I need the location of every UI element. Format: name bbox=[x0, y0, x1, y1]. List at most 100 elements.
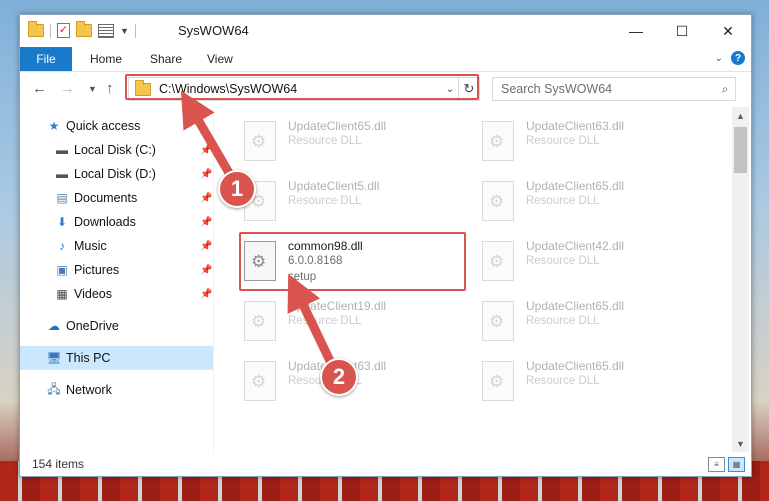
dll-file-icon bbox=[482, 361, 514, 401]
file-tile[interactable]: UpdateClient65.dll Resource DLL bbox=[242, 115, 462, 171]
file-name: UpdateClient65.dll bbox=[288, 119, 387, 133]
cloud-icon: ☁ bbox=[48, 319, 60, 333]
sidebar-item-label: OneDrive bbox=[66, 319, 119, 333]
pane-divider[interactable] bbox=[213, 112, 214, 452]
tab-home[interactable]: Home bbox=[90, 47, 122, 71]
status-bar: 154 items ≡ ▦ bbox=[20, 452, 751, 476]
pin-icon[interactable]: 📌 bbox=[200, 289, 212, 300]
drive-icon: ▬ bbox=[56, 167, 68, 181]
navigation-bar: ← → ▼ ↑ C:\Windows\SysWOW64 ⌄ ↻ Search S… bbox=[20, 72, 751, 106]
pin-icon[interactable]: 📌 bbox=[200, 169, 212, 180]
pin-icon[interactable]: 📌 bbox=[200, 193, 212, 204]
title-bar: ✓ ▼ SysWOW64 — ☐ ✕ bbox=[20, 15, 751, 47]
sidebar-item-label: This PC bbox=[66, 351, 111, 365]
toolbar-separator bbox=[50, 23, 51, 38]
search-input[interactable]: Search SysWOW64 bbox=[501, 82, 715, 96]
file-tile[interactable]: UpdateClient19.dll Resource DLL bbox=[242, 295, 462, 351]
scroll-down-icon[interactable]: ▼ bbox=[732, 435, 749, 452]
scroll-thumb[interactable] bbox=[734, 127, 747, 173]
step-marker-1: 1 bbox=[218, 170, 256, 208]
address-bar-highlight bbox=[125, 74, 479, 100]
file-description: Resource DLL bbox=[526, 315, 600, 327]
download-icon: ⬇ bbox=[56, 215, 68, 229]
sidebar-item-videos[interactable]: ▦ Videos 📌 bbox=[20, 282, 213, 306]
recent-locations-chevron-icon[interactable]: ▼ bbox=[88, 84, 97, 94]
dll-file-icon bbox=[482, 301, 514, 341]
file-tile[interactable]: UpdateClient65.dll Resource DLL bbox=[480, 355, 700, 411]
videos-icon: ▦ bbox=[56, 287, 68, 301]
file-name: UpdateClient19.dll bbox=[288, 299, 387, 313]
file-tile[interactable]: UpdateClient63.dll Resource DLL bbox=[480, 115, 700, 171]
sidebar-item-quick-access[interactable]: ★ Quick access bbox=[20, 114, 213, 138]
chevron-down-icon[interactable]: ▼ bbox=[120, 26, 129, 36]
sidebar-item-label: Music bbox=[74, 239, 107, 253]
documents-icon: ▤ bbox=[56, 191, 68, 205]
computer-icon: 🖥 bbox=[46, 351, 62, 365]
sidebar-item-local-disk-c[interactable]: ▬ Local Disk (C:) 📌 bbox=[20, 138, 213, 162]
pin-icon[interactable]: 📌 bbox=[200, 265, 212, 276]
sidebar-item-onedrive[interactable]: ☁ OneDrive bbox=[20, 314, 213, 338]
pin-icon[interactable]: 📌 bbox=[200, 241, 212, 252]
sidebar-item-label: Quick access bbox=[66, 119, 141, 133]
minimize-button[interactable]: — bbox=[613, 15, 659, 47]
tiles-view-icon[interactable]: ▦ bbox=[728, 457, 745, 472]
dll-file-icon bbox=[482, 241, 514, 281]
tab-file[interactable]: File bbox=[20, 47, 72, 71]
star-icon: ★ bbox=[48, 119, 60, 133]
tab-view[interactable]: View bbox=[207, 47, 233, 71]
dll-file-icon bbox=[482, 181, 514, 221]
search-box[interactable]: Search SysWOW64 ⌕ bbox=[492, 77, 736, 101]
pictures-icon: ▣ bbox=[56, 263, 68, 277]
sidebar-item-this-pc[interactable]: 🖥 This PC bbox=[20, 346, 213, 370]
window-controls: — ☐ ✕ bbox=[613, 15, 751, 47]
scroll-up-icon[interactable]: ▲ bbox=[732, 107, 749, 124]
file-highlight bbox=[239, 232, 466, 291]
sidebar-item-music[interactable]: ♪ Music 📌 bbox=[20, 234, 213, 258]
file-name: UpdateClient63.dll bbox=[526, 119, 625, 133]
properties-check-icon[interactable]: ✓ bbox=[57, 23, 70, 38]
details-view-icon[interactable]: ≡ bbox=[708, 457, 725, 472]
toolbar-separator bbox=[134, 23, 136, 38]
file-name: UpdateClient42.dll bbox=[526, 239, 625, 253]
maximize-button[interactable]: ☐ bbox=[659, 15, 705, 47]
file-description: Resource DLL bbox=[526, 135, 600, 147]
sidebar-item-label: Documents bbox=[74, 191, 138, 205]
file-tile[interactable]: UpdateClient65.dll Resource DLL bbox=[480, 175, 700, 231]
vertical-scrollbar[interactable]: ▲ ▼ bbox=[732, 107, 749, 452]
dll-file-icon bbox=[244, 361, 276, 401]
ribbon-tabs: File Home Share View ⌄ ? bbox=[20, 47, 751, 72]
properties-icon[interactable] bbox=[98, 23, 114, 38]
view-toggle: ≡ ▦ bbox=[708, 457, 745, 472]
dll-file-icon bbox=[244, 121, 276, 161]
music-icon: ♪ bbox=[59, 239, 65, 253]
sidebar-item-label: Local Disk (D:) bbox=[74, 167, 156, 181]
sidebar-item-pictures[interactable]: ▣ Pictures 📌 bbox=[20, 258, 213, 282]
file-description: Resource DLL bbox=[288, 195, 362, 207]
file-name: UpdateClient65.dll bbox=[526, 359, 625, 373]
sidebar-item-documents[interactable]: ▤ Documents 📌 bbox=[20, 186, 213, 210]
item-count: 154 items bbox=[32, 457, 85, 471]
expand-ribbon-icon[interactable]: ⌄ bbox=[715, 53, 723, 64]
pin-icon[interactable]: 📌 bbox=[200, 145, 212, 156]
sidebar-item-downloads[interactable]: ⬇ Downloads 📌 bbox=[20, 210, 213, 234]
file-tile[interactable]: UpdateClient42.dll Resource DLL bbox=[480, 235, 700, 291]
folder-icon bbox=[28, 21, 44, 37]
up-arrow-icon[interactable]: ↑ bbox=[106, 80, 114, 97]
sidebar-item-local-disk-d[interactable]: ▬ Local Disk (D:) 📌 bbox=[20, 162, 213, 186]
new-folder-icon[interactable] bbox=[76, 21, 92, 37]
sidebar-item-label: Local Disk (C:) bbox=[74, 143, 156, 157]
pin-icon[interactable]: 📌 bbox=[200, 217, 212, 228]
help-icon[interactable]: ? bbox=[731, 51, 745, 65]
file-tile[interactable]: UpdateClient5.dll Resource DLL bbox=[242, 175, 462, 231]
sidebar-item-network[interactable]: 🖧 Network bbox=[20, 378, 213, 402]
tab-share[interactable]: Share bbox=[150, 47, 182, 71]
search-icon[interactable]: ⌕ bbox=[715, 82, 735, 97]
file-explorer-window: ✓ ▼ SysWOW64 — ☐ ✕ File Home Share View … bbox=[19, 14, 752, 477]
file-description: Resource DLL bbox=[288, 315, 362, 327]
close-button[interactable]: ✕ bbox=[705, 15, 751, 47]
file-tile[interactable]: UpdateClient65.dll Resource DLL bbox=[480, 295, 700, 351]
forward-arrow-icon[interactable]: → bbox=[60, 80, 75, 97]
file-name: UpdateClient65.dll bbox=[526, 179, 625, 193]
ribbon-right-controls: ⌄ ? bbox=[715, 51, 745, 65]
back-arrow-icon[interactable]: ← bbox=[32, 80, 47, 97]
